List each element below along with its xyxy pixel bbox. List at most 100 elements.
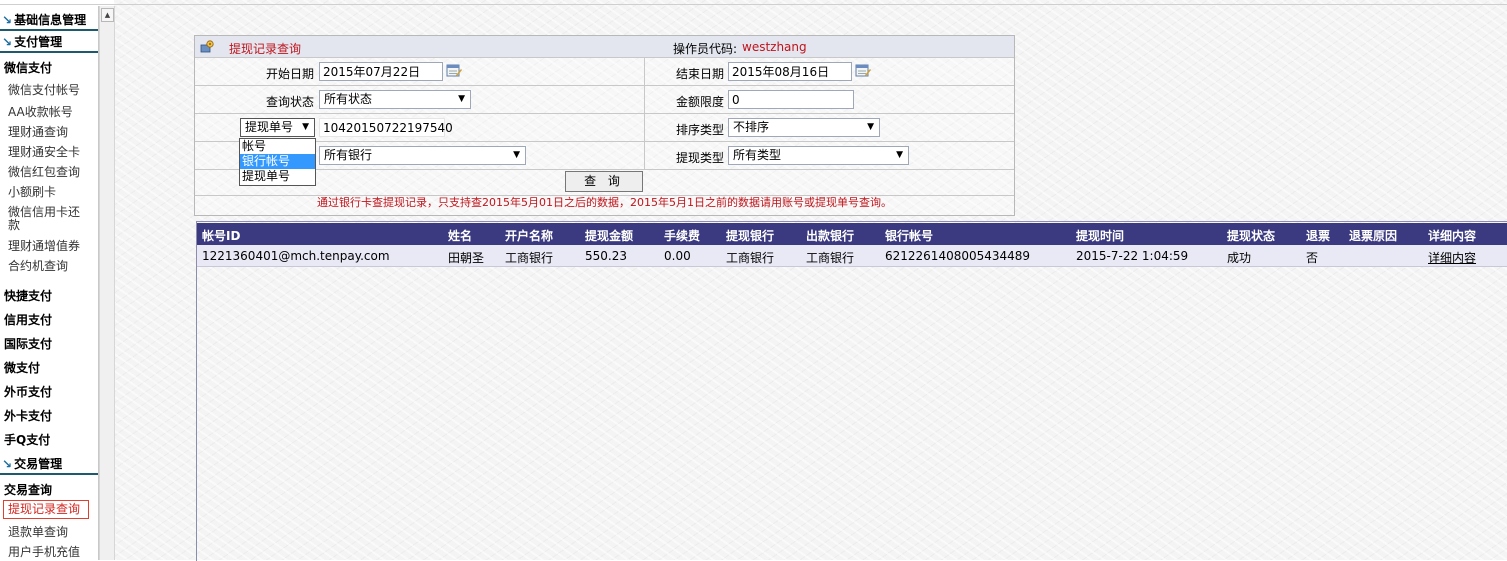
column-divider — [644, 114, 645, 141]
status-label: 查询状态 — [266, 95, 315, 109]
form-row: 查询状态 所有状态 ▼ 金额限度 0 — [195, 86, 1014, 114]
withdraw-type-label: 提现类型 — [676, 151, 725, 165]
cell-account-name: 工商银行 — [505, 251, 554, 265]
sidebar-group-micro-pay[interactable]: 微支付 — [4, 359, 40, 376]
sidebar-item-licaitong[interactable]: 理财通查询 — [8, 126, 94, 139]
panel-title: 提现记录查询 — [229, 42, 302, 56]
query-button[interactable]: 查 询 — [565, 171, 643, 192]
withdraw-type-select-value: 所有类型 — [733, 148, 782, 162]
id-field[interactable]: 10420150722197540 — [319, 118, 453, 137]
cell-withdraw-amount: 550.23 — [585, 249, 627, 263]
sidebar-item-aa-account[interactable]: AA收款帐号 — [8, 106, 94, 119]
top-divider — [0, 4, 1507, 5]
scroll-up-arrow-icon[interactable]: ▲ — [101, 8, 114, 22]
sidebar-item-contract-phone[interactable]: 合约机查询 — [8, 260, 94, 273]
expand-arrow-icon: ↘ — [2, 35, 13, 49]
cell-withdraw-status: 成功 — [1227, 251, 1252, 265]
panel-header: 提现记录查询 操作员代码: westzhang — [195, 36, 1014, 58]
col-withdraw-status: 提现状态 — [1227, 229, 1276, 243]
panel-gear-icon — [200, 40, 214, 53]
sidebar-item-licaitong-card[interactable]: 理财通安全卡 — [8, 146, 94, 159]
column-divider — [644, 86, 645, 113]
section-title: 基础信息管理 — [14, 13, 87, 27]
sidebar-item-coupon[interactable]: 理财通增值券 — [8, 240, 94, 253]
sidebar-group-credit-pay[interactable]: 信用支付 — [4, 311, 52, 328]
sidebar-item-refund-query[interactable]: 退款单查询 — [8, 526, 94, 539]
details-link[interactable]: 详细内容 — [1428, 249, 1476, 266]
query-panel: 提现记录查询 操作员代码: westzhang 开始日期 2015年07月22日… — [194, 35, 1015, 216]
calendar-icon[interactable] — [446, 63, 462, 77]
table-row: 1221360401@mch.tenpay.com 田朝圣 工商银行 550.2… — [197, 245, 1507, 267]
id-type-select-value: 提现单号 — [245, 120, 294, 134]
sidebar-section-basic-info[interactable]: ↘ 基础信息管理 — [0, 11, 98, 31]
sidebar-group-wechat-pay[interactable]: 微信支付 — [4, 59, 52, 76]
dropdown-arrow-icon: ▼ — [458, 94, 465, 104]
expand-arrow-icon: ↘ — [2, 457, 13, 471]
id-type-dropdown-list[interactable]: 帐号 银行帐号 提现单号 — [239, 138, 316, 186]
col-details: 详细内容 — [1428, 229, 1477, 243]
operator-label: 操作员代码: — [673, 42, 738, 56]
sidebar-group-foreign-card[interactable]: 外卡支付 — [4, 407, 52, 424]
bank-select[interactable]: 所有银行 ▼ — [319, 146, 526, 165]
sidebar-item-small-swipe[interactable]: 小额刷卡 — [8, 186, 94, 199]
dropdown-option-account[interactable]: 帐号 — [240, 139, 315, 154]
sidebar-section-trade[interactable]: ↘ 交易管理 — [0, 455, 98, 475]
sidebar-group-qq-pay[interactable]: 手Q支付 — [4, 431, 50, 448]
sidebar-item-phone-recharge[interactable]: 用户手机充值 — [8, 546, 94, 559]
cell-payout-bank: 工商银行 — [806, 251, 855, 265]
column-divider — [644, 142, 645, 169]
table-header: 帐号ID 姓名 开户名称 提现金额 手续费 提现银行 出款银行 银行帐号 提现时… — [197, 223, 1507, 245]
status-select[interactable]: 所有状态 ▼ — [319, 90, 471, 109]
cell-bank-account: 6212261408005434489 — [885, 249, 1031, 263]
col-name: 姓名 — [448, 229, 473, 243]
section-title: 支付管理 — [14, 35, 63, 49]
dropdown-option-bank-account[interactable]: 银行帐号 — [240, 154, 315, 169]
cell-name: 田朝圣 — [448, 251, 485, 265]
sort-select-value: 不排序 — [733, 120, 770, 134]
col-payout-bank: 出款银行 — [806, 229, 855, 243]
col-withdraw-bank: 提现银行 — [726, 229, 775, 243]
operator-value: westzhang — [742, 40, 807, 54]
form-row: 所有银行 ▼ 提现类型 所有类型 ▼ — [195, 142, 1014, 170]
calendar-icon[interactable] — [855, 63, 871, 77]
amount-label: 金额限度 — [676, 95, 725, 109]
sidebar-group-intl-pay[interactable]: 国际支付 — [4, 335, 52, 352]
sort-select[interactable]: 不排序 ▼ — [728, 118, 880, 137]
sidebar-group-trade-query[interactable]: 交易查询 — [4, 481, 52, 498]
cell-fee: 0.00 — [664, 249, 691, 263]
sidebar-group-foreign-currency[interactable]: 外币支付 — [4, 383, 52, 400]
end-date-label: 结束日期 — [676, 67, 725, 81]
cell-refund: 否 — [1306, 251, 1319, 265]
cell-withdraw-time: 2015-7-22 1:04:59 — [1076, 249, 1189, 263]
status-select-value: 所有状态 — [324, 92, 373, 106]
sidebar-scrollbar[interactable]: ▲ — [99, 6, 115, 560]
sidebar-section-payment[interactable]: ↘ 支付管理 — [0, 33, 98, 53]
expand-arrow-icon: ↘ — [2, 13, 13, 27]
col-account-name: 开户名称 — [505, 229, 554, 243]
end-date-field[interactable]: 2015年08月16日 — [728, 62, 852, 81]
bank-select-value: 所有银行 — [324, 148, 373, 162]
id-type-select[interactable]: 提现单号 ▼ — [240, 118, 315, 137]
cell-account-id: 1221360401@mch.tenpay.com — [202, 249, 390, 263]
column-divider — [644, 58, 645, 85]
withdraw-type-select[interactable]: 所有类型 ▼ — [728, 146, 909, 165]
sidebar-item-credit-repay[interactable]: 微信信用卡还款 — [8, 206, 88, 232]
sidebar-item-wechat-account[interactable]: 微信支付帐号 — [8, 84, 94, 97]
col-withdraw-amount: 提现金额 — [585, 229, 634, 243]
cell-withdraw-bank: 工商银行 — [726, 251, 775, 265]
form-row: 开始日期 2015年07月22日 结束日期 2015年08月16日 — [195, 58, 1014, 86]
form-row: 提现单号 ▼ 10420150722197540 排序类型 不排序 ▼ — [195, 114, 1014, 142]
amount-field[interactable]: 0 — [728, 90, 854, 109]
start-date-field[interactable]: 2015年07月22日 — [319, 62, 443, 81]
col-account-id: 帐号ID — [202, 229, 241, 243]
dropdown-arrow-icon: ▼ — [896, 150, 903, 160]
col-fee: 手续费 — [664, 229, 701, 243]
sort-label: 排序类型 — [676, 123, 725, 137]
sidebar-group-quick-pay[interactable]: 快捷支付 — [4, 287, 52, 304]
results-table: 帐号ID 姓名 开户名称 提现金额 手续费 提现银行 出款银行 银行帐号 提现时… — [196, 221, 1507, 561]
sidebar-item-withdraw-query[interactable]: 提现记录查询 — [3, 500, 89, 519]
dropdown-arrow-icon: ▼ — [513, 150, 520, 160]
dropdown-option-withdraw-id[interactable]: 提现单号 — [240, 169, 315, 184]
sidebar-item-red-packet[interactable]: 微信红包查询 — [8, 166, 94, 179]
sidebar: ↘ 基础信息管理 ↘ 支付管理 微信支付 微信支付帐号 AA收款帐号 理财通查询 理… — [0, 6, 99, 560]
